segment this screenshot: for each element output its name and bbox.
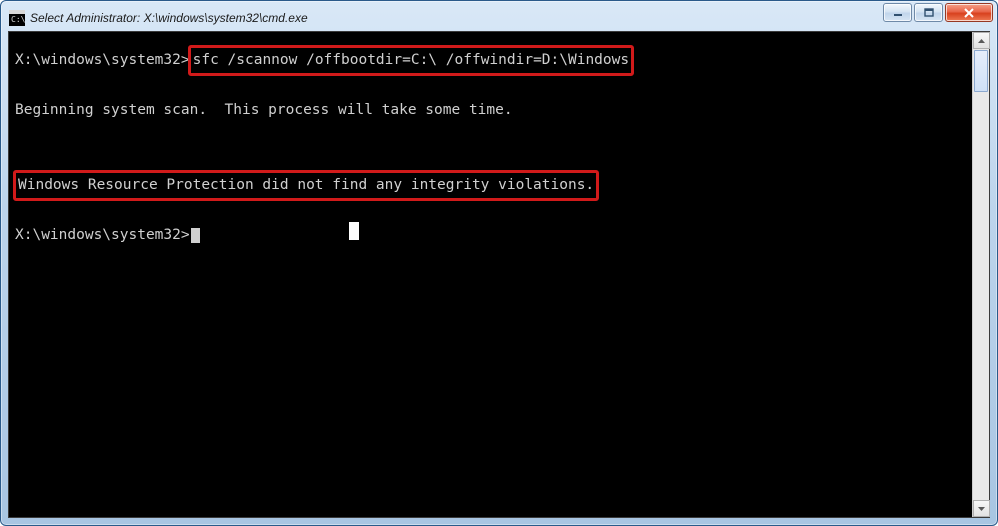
mouse-cursor-artifact: [349, 222, 359, 240]
window-controls: [883, 3, 993, 22]
command-text: sfc /scannow /offbootdir=C:\ /offwindir=…: [193, 52, 630, 68]
prompt: X:\windows\system32>: [15, 227, 190, 243]
cmd-window: C:\ Select Administrator: X:\windows\sys…: [0, 0, 998, 526]
titlebar[interactable]: C:\ Select Administrator: X:\windows\sys…: [7, 7, 991, 31]
close-button[interactable]: [945, 3, 993, 22]
result-highlight: Windows Resource Protection did not find…: [13, 170, 599, 201]
vertical-scrollbar[interactable]: [972, 32, 989, 517]
client-area: X:\windows\system32>sfc /scannow /offboo…: [8, 31, 990, 518]
scroll-thumb[interactable]: [974, 50, 988, 92]
prompt: X:\windows\system32>: [15, 52, 190, 68]
minimize-button[interactable]: [883, 3, 912, 22]
result-line: Windows Resource Protection did not find…: [18, 177, 594, 193]
window-title: Select Administrator: X:\windows\system3…: [30, 11, 989, 25]
text-cursor: [191, 228, 200, 243]
command-highlight: sfc /scannow /offbootdir=C:\ /offwindir=…: [188, 45, 635, 76]
terminal-output[interactable]: X:\windows\system32>sfc /scannow /offboo…: [9, 32, 972, 517]
status-line: Beginning system scan. This process will…: [15, 102, 513, 118]
cmd-icon: C:\: [9, 10, 25, 26]
svg-text:C:\: C:\: [11, 15, 25, 24]
scroll-down-button[interactable]: [973, 500, 990, 517]
maximize-button[interactable]: [914, 3, 943, 22]
scroll-up-button[interactable]: [973, 32, 990, 49]
